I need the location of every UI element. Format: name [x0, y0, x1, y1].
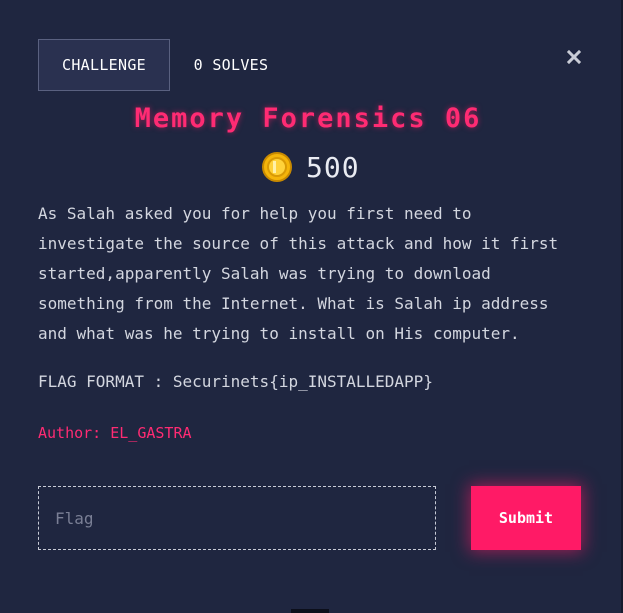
- bottom-scroll-indicator: [291, 609, 329, 613]
- flag-format: FLAG FORMAT : Securinets{ip_INSTALLEDAPP…: [38, 372, 433, 391]
- close-icon: [567, 50, 581, 64]
- tab-challenge[interactable]: CHALLENGE: [38, 39, 170, 91]
- points-row: 500: [262, 150, 360, 184]
- challenge-author: Author: EL_GASTRA: [38, 424, 192, 442]
- coin-icon: [262, 152, 292, 182]
- flag-input[interactable]: [38, 486, 436, 550]
- challenge-points: 500: [306, 150, 360, 184]
- close-button[interactable]: [562, 45, 586, 69]
- challenge-description: As Salah asked you for help you first ne…: [38, 204, 559, 343]
- challenge-modal: CHALLENGE 0 SOLVES Memory Forensics 06 5…: [0, 0, 623, 613]
- tab-solves[interactable]: 0 SOLVES: [170, 39, 292, 91]
- submit-button[interactable]: Submit: [471, 486, 581, 550]
- challenge-title: Memory Forensics 06: [134, 103, 482, 134]
